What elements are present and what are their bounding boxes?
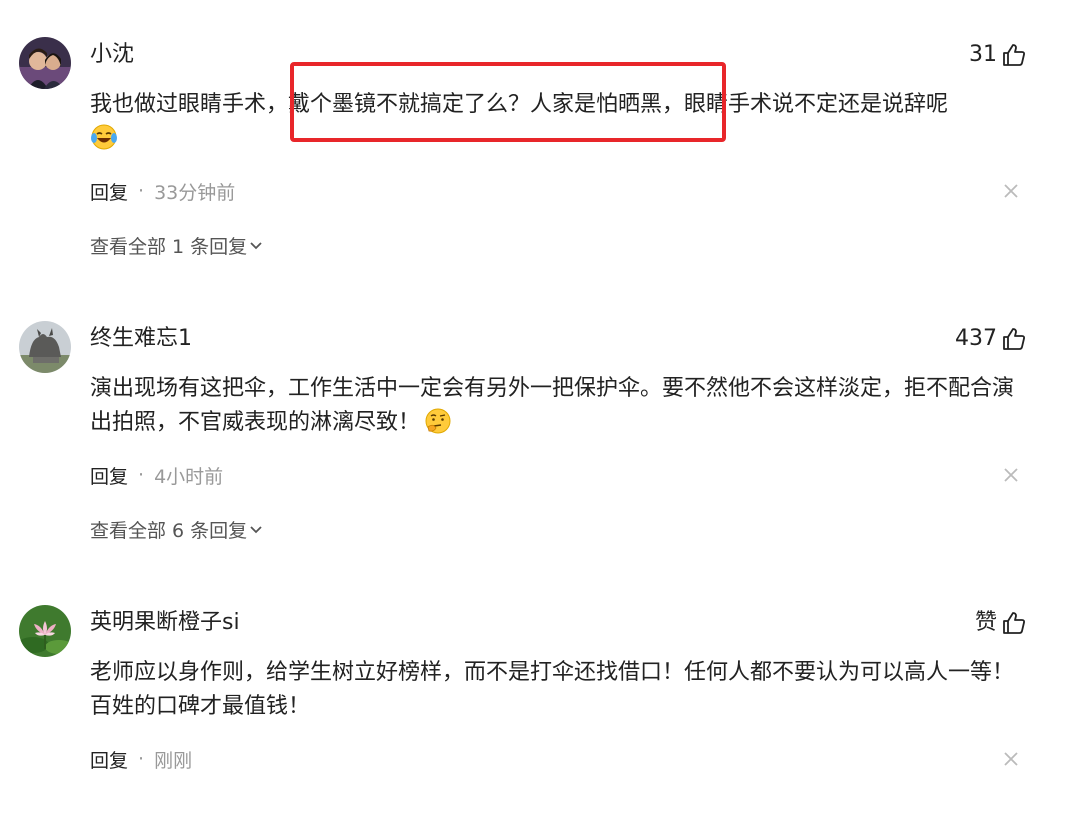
thumbs-up-icon [1001, 326, 1027, 352]
avatar[interactable] [19, 605, 71, 657]
thumbs-up-icon [1001, 42, 1027, 68]
comment-text-body: 我也做过眼睛手术，戴个墨镜不就搞定了么？人家是怕晒黑，眼睛手术说不定还是说辞呢 [90, 92, 949, 117]
close-icon[interactable] [996, 744, 1026, 774]
thumbs-up-icon [1001, 610, 1027, 636]
view-all-replies-label: 查看全部 6 条回复 [90, 519, 248, 542]
comment-text: 我也做过眼睛手术，戴个墨镜不就搞定了么？人家是怕晒黑，眼睛手术说不定还是说辞呢 [90, 88, 1030, 156]
reply-button[interactable]: 回复 [90, 746, 128, 773]
timestamp: 4小时前 [154, 465, 224, 488]
username[interactable]: 小沈 [90, 40, 134, 70]
reply-button[interactable]: 回复 [90, 178, 128, 205]
avatar[interactable] [19, 37, 71, 89]
timestamp: 刚刚 [154, 749, 193, 772]
like-count: 437 [955, 326, 997, 351]
reply-button[interactable]: 回复 [90, 462, 128, 489]
close-icon[interactable] [996, 460, 1026, 490]
close-icon[interactable] [996, 176, 1026, 206]
separator: · [138, 464, 145, 486]
comment-text: 演出现场有这把伞，工作生活中一定会有另外一把保护伞。要不然他不会这样淡定，拒不配… [90, 372, 1030, 440]
like-button[interactable]: 31 [969, 40, 1027, 70]
avatar-image [19, 321, 71, 373]
comment-meta: 回复 · 刚刚 [90, 744, 192, 774]
like-button[interactable]: 437 [955, 324, 1027, 354]
like-label: 赞 [974, 610, 997, 635]
comment-meta: 回复 · 33分钟前 [90, 176, 235, 206]
like-count: 31 [969, 42, 997, 67]
separator: · [138, 748, 145, 770]
comment-meta: 回复 · 4小时前 [90, 460, 223, 490]
comment-text-body: 老师应以身作则，给学生树立好榜样，而不是打伞还找借口！任何人都不要认为可以高人一… [90, 660, 1015, 719]
comment-text: 老师应以身作则，给学生树立好榜样，而不是打伞还找借口！任何人都不要认为可以高人一… [90, 656, 1030, 724]
username[interactable]: 终生难忘1 [90, 324, 192, 354]
like-button[interactable]: 赞 [975, 608, 1027, 638]
avatar[interactable] [19, 321, 71, 373]
avatar-image [19, 605, 71, 657]
view-all-replies-label: 查看全部 1 条回复 [90, 235, 248, 258]
view-all-replies-link[interactable]: 查看全部 6 条回复 [90, 514, 263, 544]
laughing-crying-emoji [91, 124, 117, 150]
timestamp: 33分钟前 [154, 181, 236, 204]
separator: · [138, 180, 145, 202]
avatar-image [19, 37, 71, 89]
comment-text-body: 演出现场有这把伞，工作生活中一定会有另外一把保护伞。要不然他不会这样淡定，拒不配… [90, 376, 1015, 435]
username[interactable]: 英明果断橙子si [90, 608, 240, 638]
thinking-emoji [425, 408, 451, 434]
chevron-down-icon [250, 242, 262, 250]
view-all-replies-link[interactable]: 查看全部 1 条回复 [90, 230, 263, 260]
chevron-down-icon [250, 526, 262, 534]
